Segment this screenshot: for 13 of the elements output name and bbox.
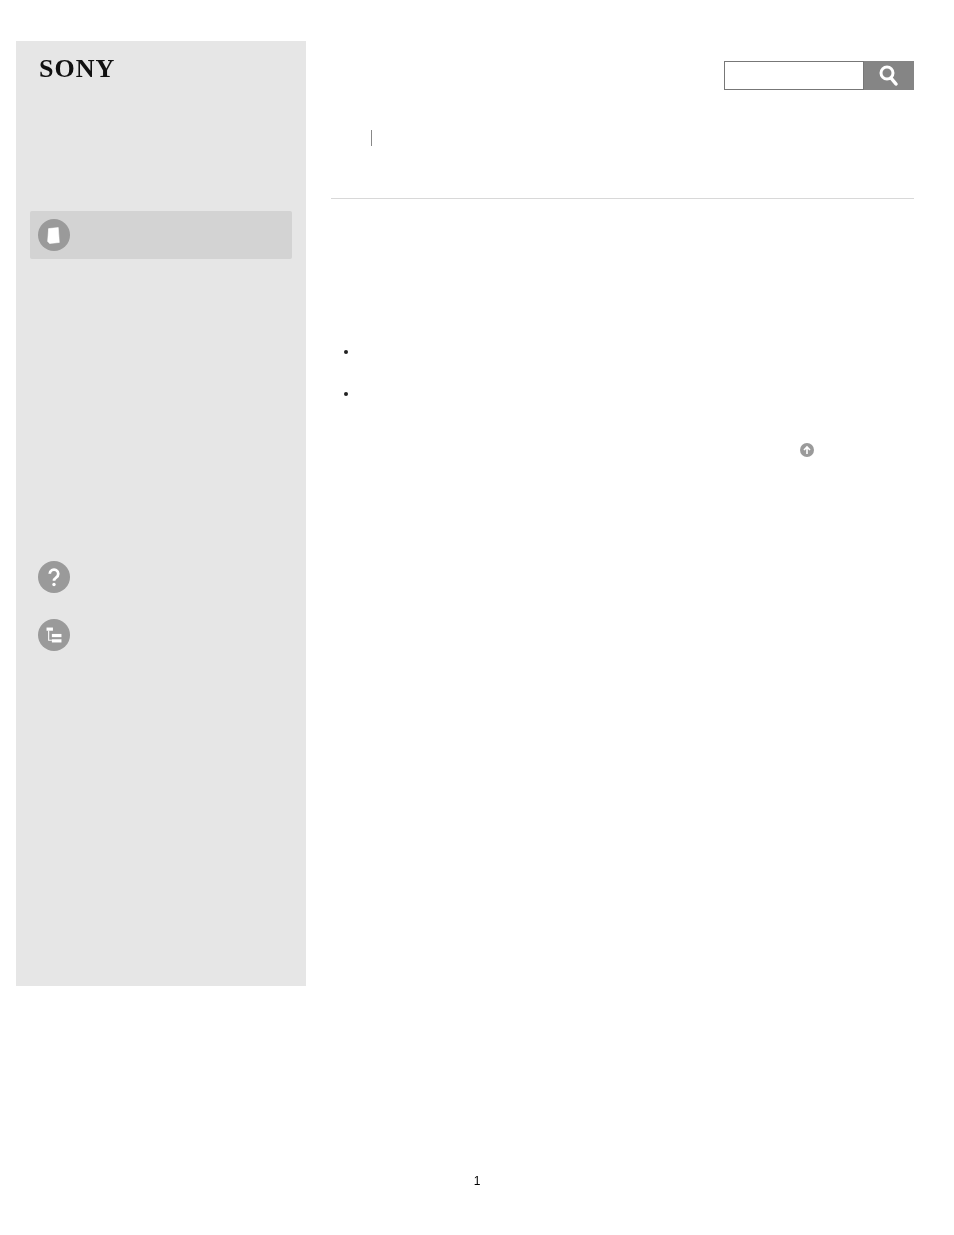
search-button[interactable] [864,61,914,90]
tree-list-icon [38,619,70,651]
search-field[interactable] [724,61,864,90]
logo[interactable]: SONY [39,56,116,82]
page-number: 1 [473,1173,481,1190]
search-icon [879,64,899,87]
up-arrow-icon[interactable] [800,443,814,457]
help-icon [38,561,70,593]
bullet [344,392,348,396]
book-icon [38,219,70,251]
sidebar-item[interactable] [30,211,292,259]
bullet [344,350,348,354]
breadcrumb-divider [371,130,372,146]
